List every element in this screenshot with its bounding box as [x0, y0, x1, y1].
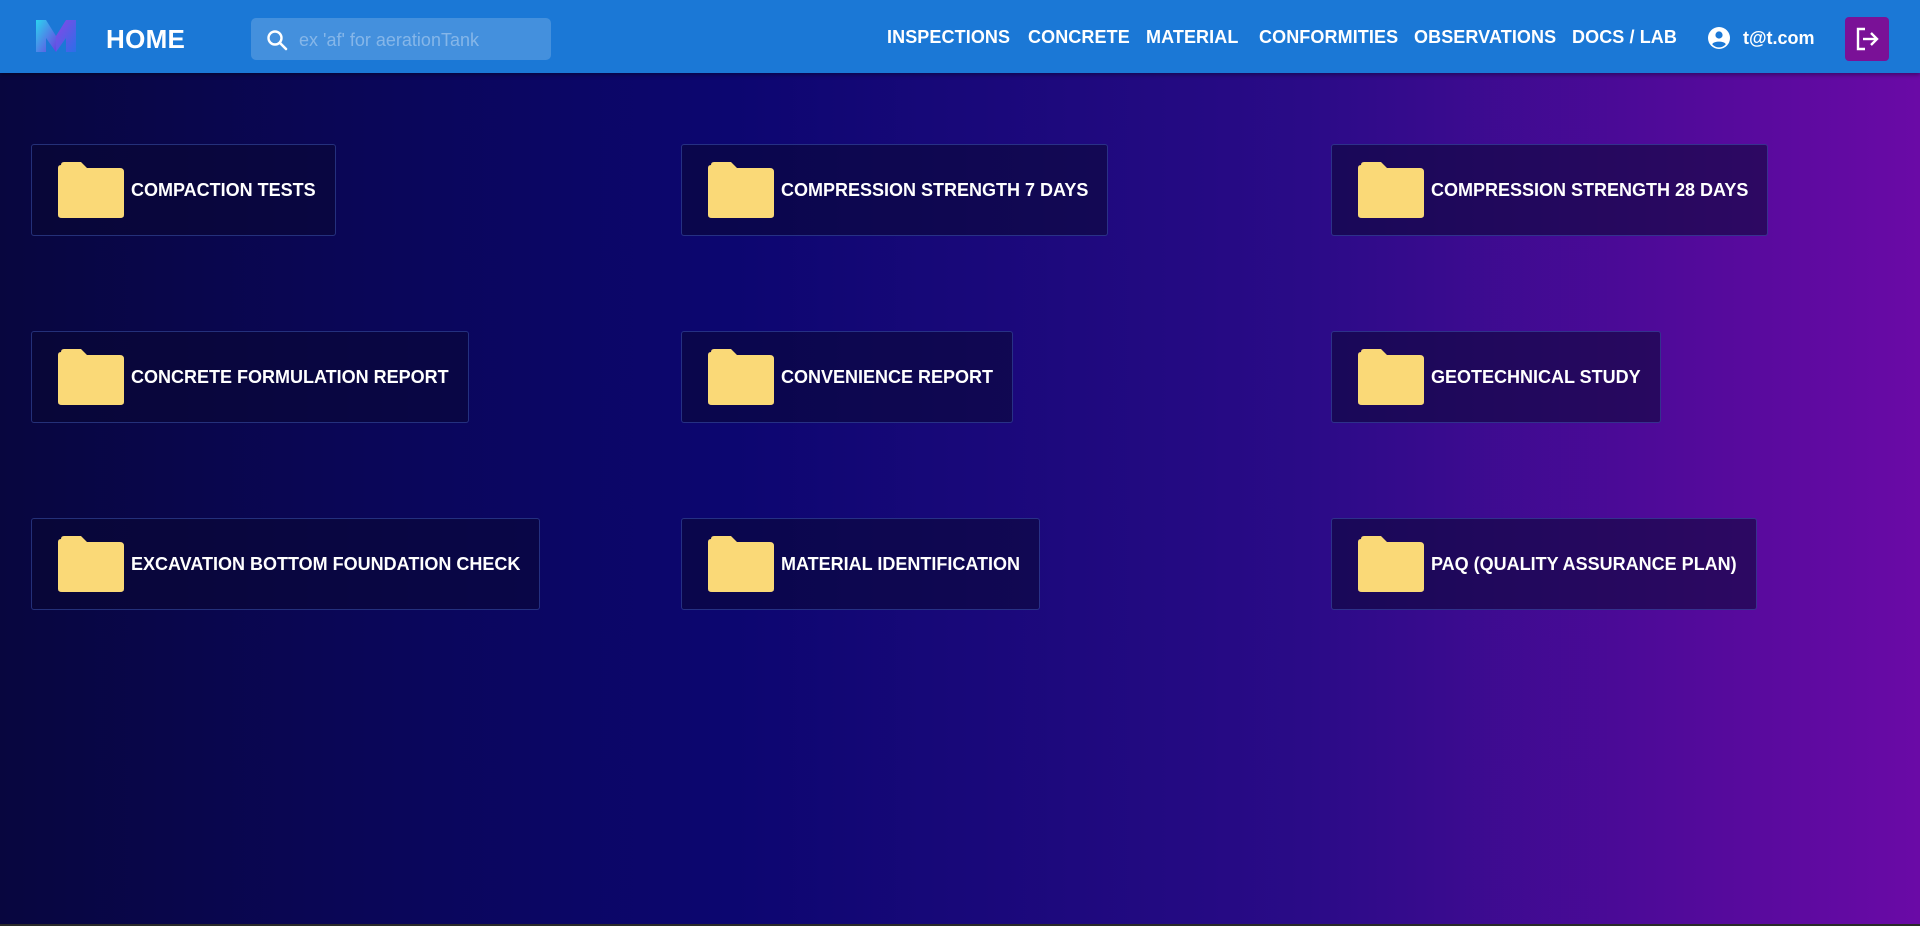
search-input[interactable]: [297, 18, 545, 62]
folder-label: PAQ (QUALITY ASSURANCE PLAN): [1431, 553, 1737, 574]
folder-label: COMPACTION TESTS: [131, 179, 316, 200]
folder-label: CONCRETE FORMULATION REPORT: [131, 366, 449, 387]
folder-card[interactable]: GEOTECHNICAL STUDY: [1331, 331, 1661, 423]
search-box[interactable]: [251, 18, 551, 62]
nav-docs-lab[interactable]: DOCS / LAB: [1572, 27, 1677, 48]
logout-icon: [1856, 27, 1879, 51]
top-app-bar: HOME INSPECTIONS CONCRETE MATERIAL CONFO…: [0, 0, 1920, 73]
folder-card[interactable]: CONCRETE FORMULATION REPORT: [31, 331, 469, 423]
folder-label: EXCAVATION BOTTOM FOUNDATION CHECK: [131, 553, 521, 574]
user-email: t@t.com: [1743, 27, 1815, 48]
folder-label: COMPRESSION STRENGTH 7 DAYS: [781, 179, 1089, 200]
folder-icon: [58, 349, 124, 405]
folder-label: GEOTECHNICAL STUDY: [1431, 366, 1641, 387]
page-title[interactable]: HOME: [106, 24, 185, 55]
folder-label: MATERIAL IDENTIFICATION: [781, 553, 1020, 574]
nav-material[interactable]: MATERIAL: [1146, 27, 1238, 48]
folder-card[interactable]: PAQ (QUALITY ASSURANCE PLAN): [1331, 518, 1757, 610]
app-logo-icon[interactable]: [34, 16, 78, 56]
nav-conformities[interactable]: CONFORMITIES: [1259, 27, 1398, 48]
folder-icon: [1358, 536, 1424, 592]
folder-icon: [1358, 349, 1424, 405]
nav-inspections[interactable]: INSPECTIONS: [887, 27, 1010, 48]
folder-icon: [1358, 162, 1424, 218]
folder-icon: [58, 162, 124, 218]
folder-icon: [708, 349, 774, 405]
folder-card[interactable]: COMPRESSION STRENGTH 28 DAYS: [1331, 144, 1769, 236]
nav-observations[interactable]: OBSERVATIONS: [1414, 27, 1556, 48]
folder-icon: [708, 162, 774, 218]
folder-label: COMPRESSION STRENGTH 28 DAYS: [1431, 179, 1749, 200]
folder-card[interactable]: CONVENIENCE REPORT: [681, 331, 1014, 423]
nav-concrete[interactable]: CONCRETE: [1028, 27, 1130, 48]
logout-button[interactable]: [1845, 17, 1889, 61]
folder-card[interactable]: COMPRESSION STRENGTH 7 DAYS: [681, 144, 1109, 236]
folder-icon: [708, 536, 774, 592]
folder-label: CONVENIENCE REPORT: [781, 366, 994, 387]
folder-card[interactable]: EXCAVATION BOTTOM FOUNDATION CHECK: [31, 518, 541, 610]
folder-card[interactable]: COMPACTION TESTS: [31, 144, 336, 236]
account-circle-icon: [1708, 27, 1730, 49]
search-icon: [267, 30, 288, 51]
folder-icon: [58, 536, 124, 592]
folder-card[interactable]: MATERIAL IDENTIFICATION: [681, 518, 1040, 610]
user-menu[interactable]: t@t.com: [1707, 26, 1815, 50]
